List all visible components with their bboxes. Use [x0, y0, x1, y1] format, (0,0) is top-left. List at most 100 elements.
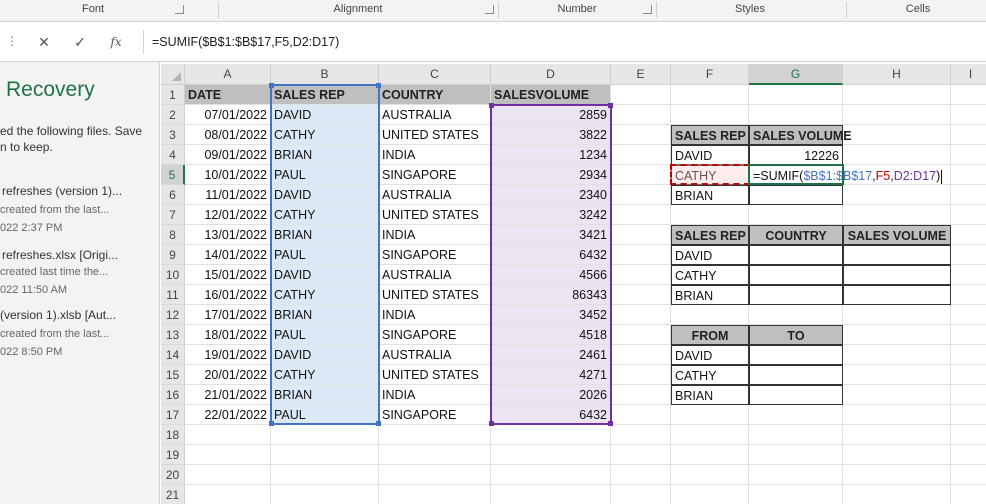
editing-formula-cell[interactable]: =SUMIF($B$1:$B$17,F5,D2:D17) [749, 165, 943, 185]
cell[interactable] [611, 405, 671, 425]
row-header-3[interactable]: 3 [161, 125, 185, 145]
cell[interactable] [491, 465, 611, 485]
cell[interactable] [185, 465, 271, 485]
cell[interactable] [271, 425, 379, 445]
cell[interactable] [611, 165, 671, 185]
cell[interactable] [951, 485, 986, 504]
sales-rep-cell[interactable]: BRIAN [271, 145, 379, 165]
header-cell-date[interactable]: DATE [185, 85, 271, 105]
row-header-5[interactable]: 5 [161, 165, 185, 185]
cell[interactable] [379, 445, 491, 465]
cell[interactable] [611, 465, 671, 485]
row-header-15[interactable]: 15 [161, 365, 185, 385]
summary2-volume-cell[interactable] [843, 265, 951, 285]
cell[interactable] [611, 485, 671, 504]
date-cell[interactable]: 08/01/2022 [185, 125, 271, 145]
row-header-17[interactable]: 17 [161, 405, 185, 425]
cell[interactable] [491, 425, 611, 445]
cell[interactable] [671, 405, 749, 425]
summary2-rep-cell[interactable]: BRIAN [671, 285, 749, 305]
cell[interactable] [951, 205, 986, 225]
sales-volume-cell[interactable]: 3421 [491, 225, 611, 245]
cell[interactable] [843, 105, 951, 125]
cell[interactable] [611, 185, 671, 205]
cancel-icon[interactable]: ✕ [32, 32, 56, 52]
summary1-rep-cell[interactable]: DAVID [671, 145, 749, 165]
country-cell[interactable]: SINGAPORE [379, 325, 491, 345]
summary1-rep-cell[interactable]: BRIAN [671, 185, 749, 205]
header-cell-salesvolume[interactable]: SALESVOLUME [491, 85, 611, 105]
cell[interactable] [951, 445, 986, 465]
cell[interactable] [951, 185, 986, 205]
country-cell[interactable]: INDIA [379, 385, 491, 405]
cell[interactable] [671, 105, 749, 125]
sales-volume-cell[interactable]: 1234 [491, 145, 611, 165]
cell[interactable] [611, 85, 671, 105]
summary3-from-cell[interactable]: BRIAN [671, 385, 749, 405]
row-header-20[interactable]: 20 [161, 465, 185, 485]
cell[interactable] [611, 345, 671, 365]
formula-input[interactable]: =SUMIF($B$1:$B$17,F5,D2:D17) [143, 30, 986, 54]
summary1-rep-cell[interactable]: CATHY [671, 165, 749, 185]
cell[interactable] [611, 385, 671, 405]
row-header-7[interactable]: 7 [161, 205, 185, 225]
cell[interactable] [271, 485, 379, 504]
row-header-9[interactable]: 9 [161, 245, 185, 265]
column-header-d[interactable]: D [491, 64, 611, 85]
cell[interactable] [749, 445, 843, 465]
sales-rep-cell[interactable]: BRIAN [271, 305, 379, 325]
enter-check-icon[interactable]: ✓ [68, 32, 92, 52]
cell[interactable] [749, 405, 843, 425]
summary2-volume-cell[interactable] [843, 245, 951, 265]
cell[interactable] [185, 485, 271, 504]
cell[interactable] [951, 265, 986, 285]
header-cell-sales-rep[interactable]: SALES REP [271, 85, 379, 105]
summary3-to-cell[interactable] [749, 365, 843, 385]
cell[interactable] [749, 205, 843, 225]
dialog-launcher-icon[interactable] [485, 5, 494, 14]
row-header-1[interactable]: 1 [161, 85, 185, 105]
cell[interactable] [843, 185, 951, 205]
row-header-14[interactable]: 14 [161, 345, 185, 365]
summary3-to-cell[interactable] [749, 385, 843, 405]
cell[interactable] [951, 105, 986, 125]
cell[interactable] [951, 285, 986, 305]
summary2-country-cell[interactable] [749, 265, 843, 285]
country-cell[interactable]: INDIA [379, 305, 491, 325]
cell[interactable] [951, 365, 986, 385]
cell[interactable] [843, 405, 951, 425]
date-cell[interactable]: 22/01/2022 [185, 405, 271, 425]
cell[interactable] [671, 205, 749, 225]
sales-rep-cell[interactable]: CATHY [271, 205, 379, 225]
summary2-country-cell[interactable] [749, 285, 843, 305]
select-all-corner[interactable] [161, 64, 185, 85]
date-cell[interactable]: 21/01/2022 [185, 385, 271, 405]
insert-function-icon[interactable]: fx [104, 32, 128, 52]
cell[interactable] [951, 165, 986, 185]
sales-volume-cell[interactable]: 4566 [491, 265, 611, 285]
cell[interactable] [951, 325, 986, 345]
cell[interactable] [843, 465, 951, 485]
sales-rep-cell[interactable]: DAVID [271, 265, 379, 285]
sales-rep-cell[interactable]: PAUL [271, 165, 379, 185]
row-header-18[interactable]: 18 [161, 425, 185, 445]
date-cell[interactable]: 07/01/2022 [185, 105, 271, 125]
cell[interactable] [843, 125, 951, 145]
cell[interactable] [951, 85, 986, 105]
summary3-from-cell[interactable]: DAVID [671, 345, 749, 365]
cell[interactable] [271, 465, 379, 485]
summary2-rep-cell[interactable]: CATHY [671, 265, 749, 285]
sales-rep-cell[interactable]: CATHY [271, 125, 379, 145]
column-header-b[interactable]: B [271, 64, 379, 85]
country-cell[interactable]: SINGAPORE [379, 405, 491, 425]
date-cell[interactable]: 16/01/2022 [185, 285, 271, 305]
dialog-launcher-icon[interactable] [175, 5, 184, 14]
sales-volume-cell[interactable]: 6432 [491, 405, 611, 425]
cell[interactable] [951, 465, 986, 485]
cell[interactable] [843, 445, 951, 465]
sales-volume-cell[interactable]: 4518 [491, 325, 611, 345]
sales-volume-cell[interactable]: 2461 [491, 345, 611, 365]
sales-rep-cell[interactable]: DAVID [271, 105, 379, 125]
cell[interactable] [749, 105, 843, 125]
cell[interactable] [611, 425, 671, 445]
